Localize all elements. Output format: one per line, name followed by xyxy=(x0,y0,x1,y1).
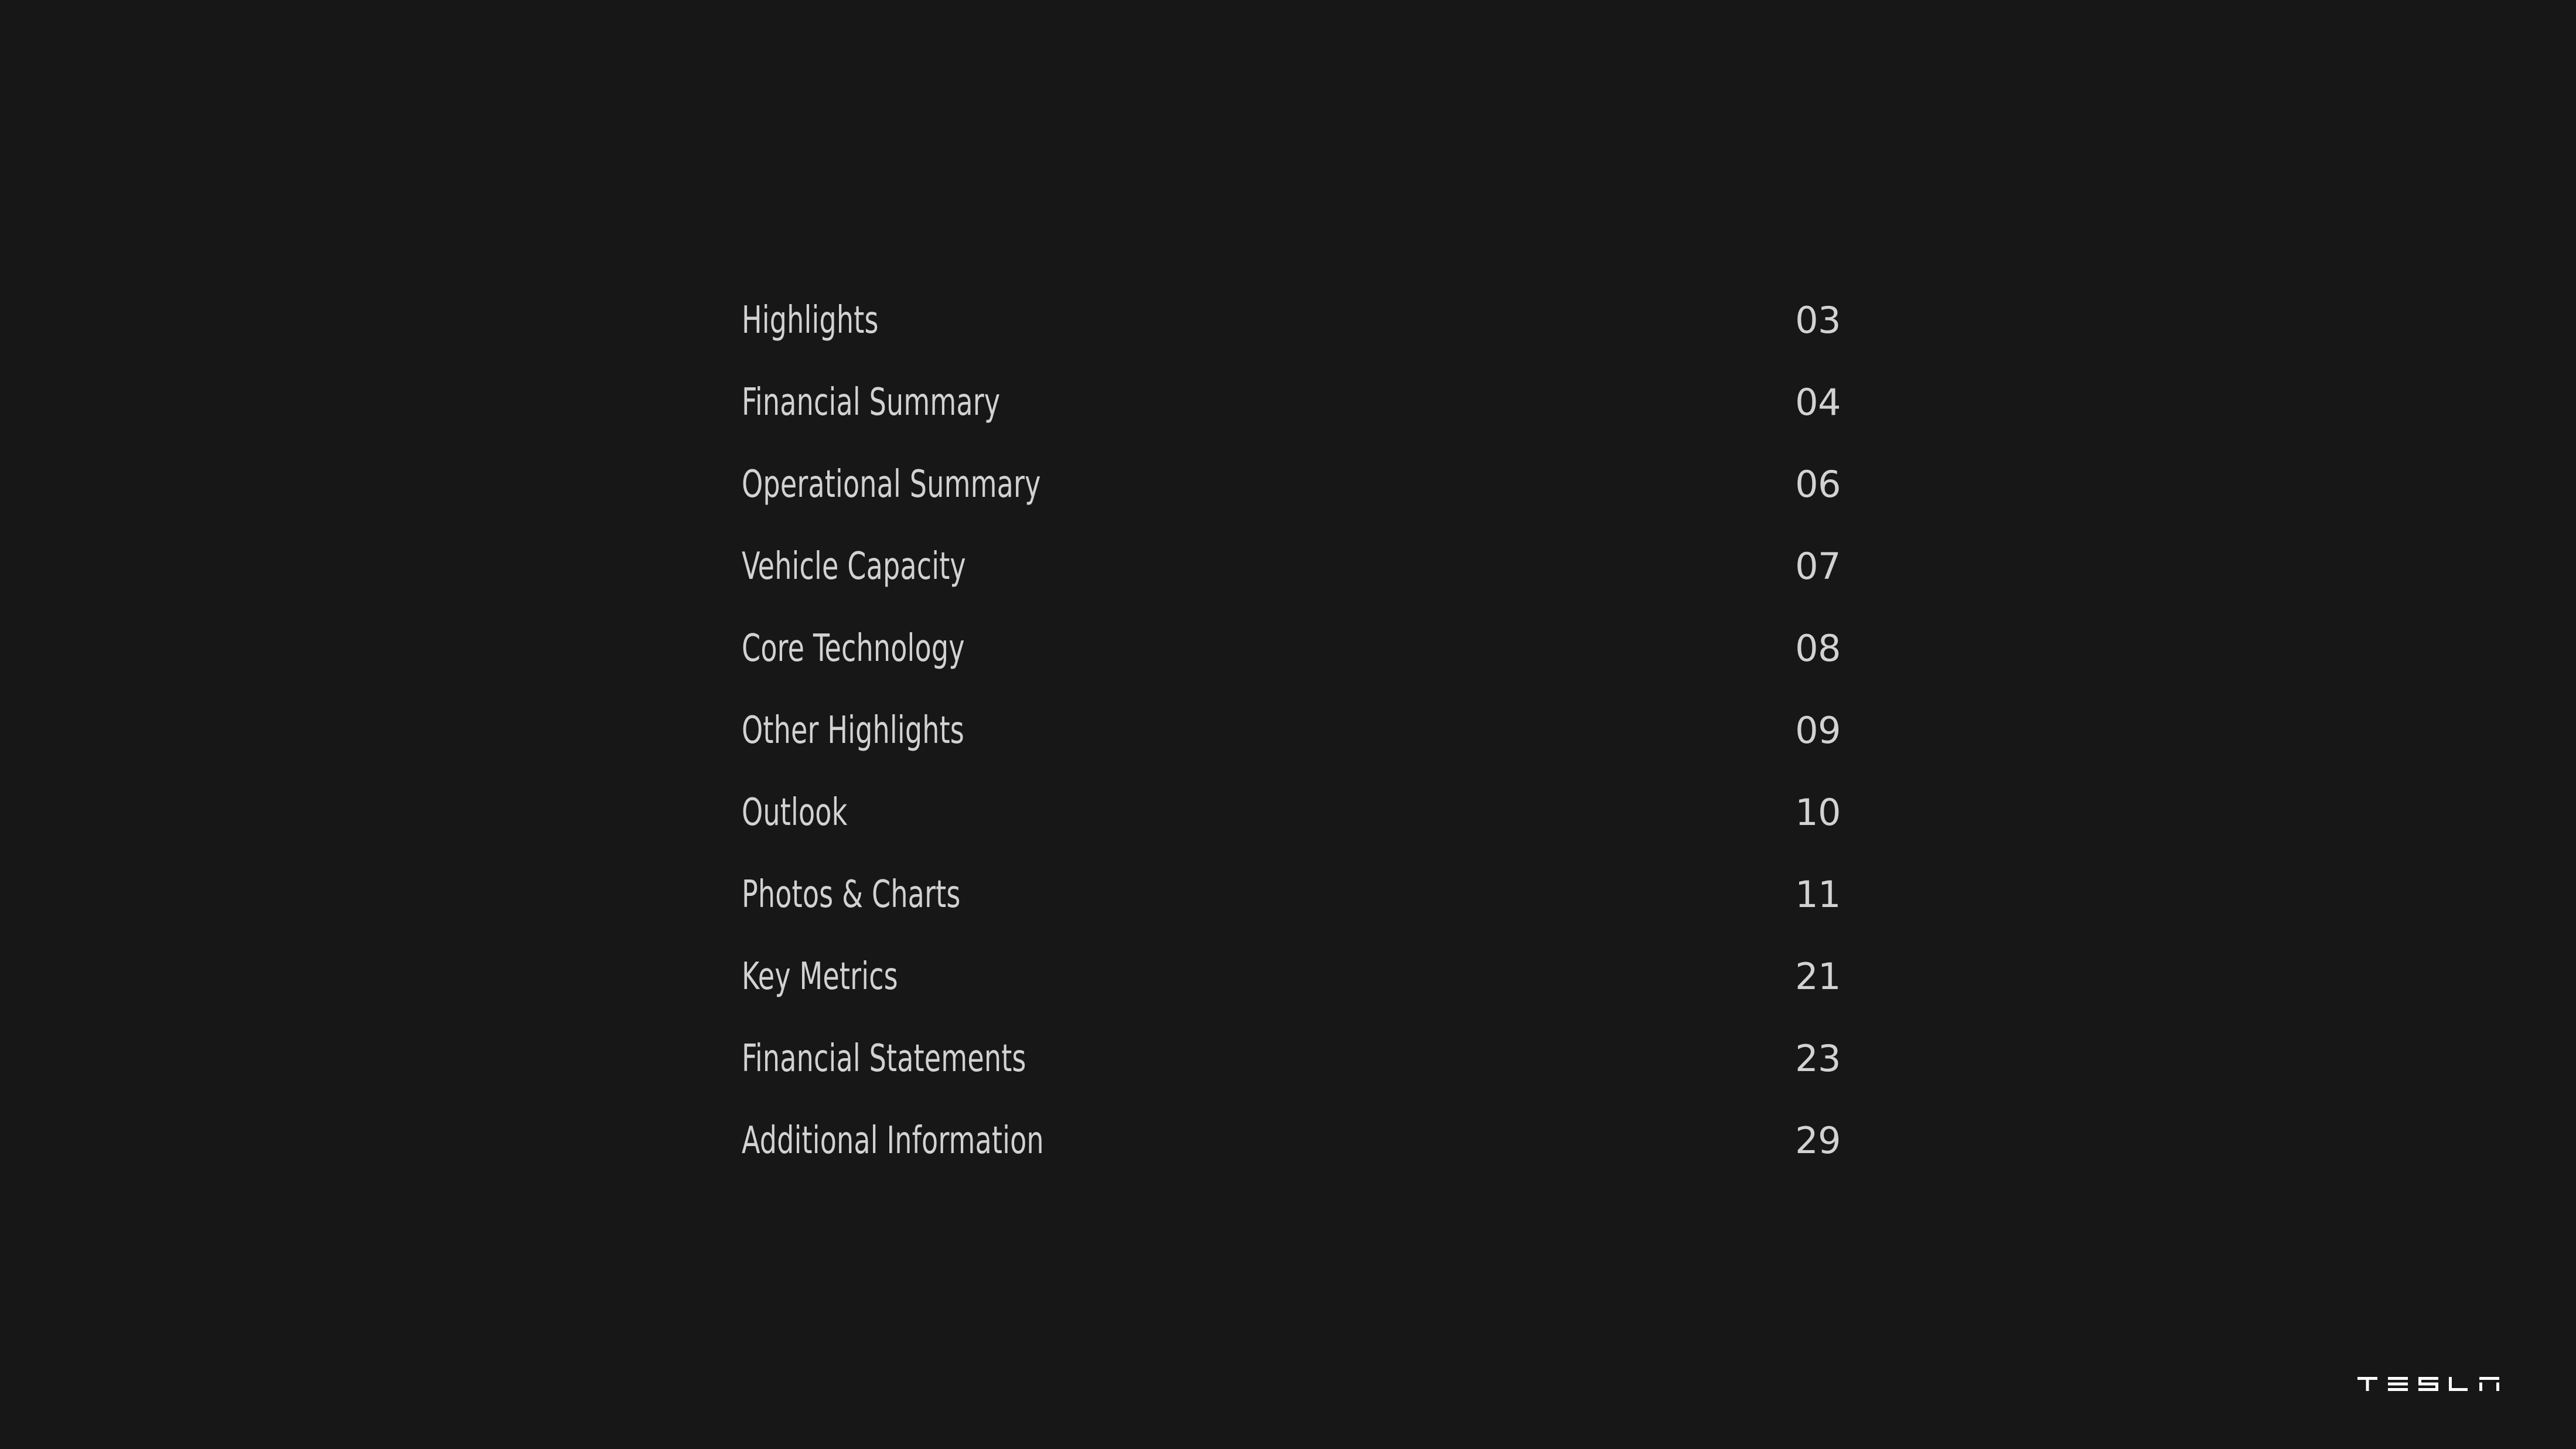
toc-entry-page-number: 04 xyxy=(1795,381,1841,424)
toc-entry-page-number: 21 xyxy=(1795,955,1841,998)
table-of-contents: Highlights 03 Financial Summary 04 Operation… xyxy=(742,293,1841,1195)
toc-entry[interactable]: Highlights 03 xyxy=(742,293,1841,375)
toc-entry-page-number: 10 xyxy=(1795,791,1841,834)
tesla-wordmark-icon xyxy=(2357,1377,2499,1391)
toc-entry-page-number: 08 xyxy=(1795,627,1841,670)
toc-entry-title: Additional Information xyxy=(742,1119,1044,1162)
toc-entry-title: Operational Summary xyxy=(742,463,1041,506)
toc-entry[interactable]: Vehicle Capacity 07 xyxy=(742,539,1841,621)
toc-entry[interactable]: Additional Information 29 xyxy=(742,1113,1841,1195)
toc-entry-title: Core Technology xyxy=(742,627,965,670)
toc-entry[interactable]: Key Metrics 21 xyxy=(742,949,1841,1031)
toc-entry-page-number: 09 xyxy=(1795,709,1841,752)
toc-entry-title: Key Metrics xyxy=(742,955,898,998)
toc-entry-title: Outlook xyxy=(742,791,848,834)
toc-entry-page-number: 23 xyxy=(1795,1037,1841,1080)
tesla-wordmark-logo xyxy=(2357,1376,2503,1392)
toc-entry[interactable]: Core Technology 08 xyxy=(742,621,1841,703)
toc-entry-title: Financial Summary xyxy=(742,381,1001,424)
toc-entry[interactable]: Financial Summary 04 xyxy=(742,375,1841,457)
toc-entry-title: Financial Statements xyxy=(742,1037,1026,1080)
toc-entry-page-number: 03 xyxy=(1795,299,1841,342)
toc-entry[interactable]: Other Highlights 09 xyxy=(742,703,1841,785)
toc-entry-page-number: 06 xyxy=(1795,463,1841,506)
toc-entry-title: Vehicle Capacity xyxy=(742,545,966,588)
toc-entry-page-number: 07 xyxy=(1795,545,1841,588)
toc-entry-title: Highlights xyxy=(742,299,879,342)
toc-entry[interactable]: Financial Statements 23 xyxy=(742,1031,1841,1113)
toc-entry[interactable]: Outlook 10 xyxy=(742,785,1841,867)
toc-entry[interactable]: Photos & Charts 11 xyxy=(742,867,1841,949)
toc-entry-title: Other Highlights xyxy=(742,709,964,752)
toc-entry-page-number: 29 xyxy=(1795,1119,1841,1162)
toc-entry-page-number: 11 xyxy=(1795,873,1841,916)
toc-entry[interactable]: Operational Summary 06 xyxy=(742,457,1841,539)
toc-entry-title: Photos & Charts xyxy=(742,873,961,916)
